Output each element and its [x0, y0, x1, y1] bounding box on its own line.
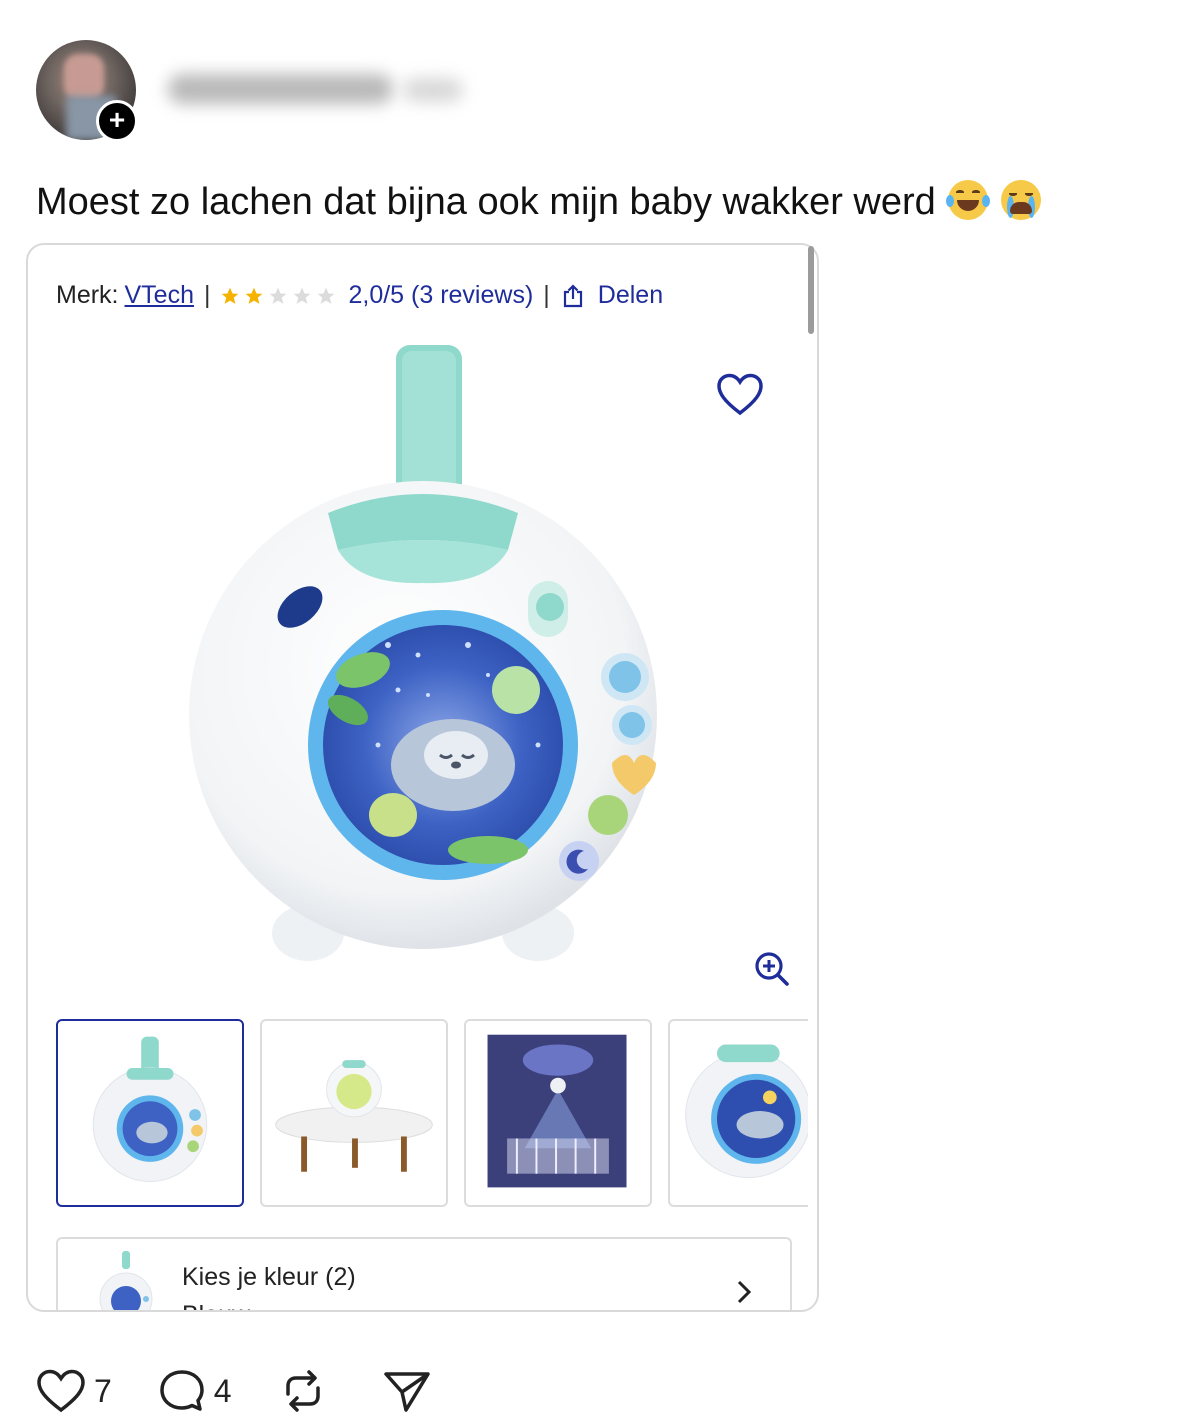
post-text: Moest zo lachen dat bijna ook mijn baby …	[36, 180, 1041, 224]
comment-bubble-icon[interactable]	[158, 1368, 206, 1413]
product-screenshot-card[interactable]: Merk: VTech | 2,0/5 (3 reviews) | Delen	[26, 243, 819, 1312]
scrollbar-thumb[interactable]	[808, 246, 814, 334]
brand-link[interactable]: VTech	[125, 281, 194, 310]
star-empty-icon	[270, 287, 287, 304]
loudly-crying-emoji-icon	[1000, 180, 1041, 220]
rating-stars	[220, 286, 336, 306]
brand-prefix: Merk:	[56, 281, 119, 309]
star-filled-icon	[222, 287, 239, 304]
color-variant-selector[interactable]: Kies je kleur (2) Blauw	[56, 1237, 792, 1310]
variant-label: Kies je kleur (2)	[182, 1263, 356, 1291]
post-body: Moest zo lachen dat bijna ook mijn baby …	[36, 181, 936, 223]
thumbnail-3[interactable]	[464, 1019, 652, 1207]
separator: |	[543, 281, 550, 309]
star-filled-icon	[246, 287, 263, 304]
follow-plus-icon[interactable]: +	[96, 100, 138, 142]
favorite-heart-icon[interactable]	[716, 373, 764, 417]
variant-value: Blauw	[182, 1301, 250, 1310]
repost-action[interactable]	[278, 1368, 336, 1413]
repost-icon[interactable]	[278, 1368, 328, 1413]
post-actions-bar: 7 4	[36, 1364, 486, 1413]
variant-thumbnail	[99, 1251, 153, 1310]
chevron-right-icon[interactable]	[734, 1279, 754, 1305]
separator: |	[203, 281, 211, 309]
like-action[interactable]: 7	[36, 1369, 112, 1413]
like-count: 7	[94, 1372, 112, 1409]
product-meta-row: Merk: VTech | 2,0/5 (3 reviews) | Delen	[56, 281, 663, 310]
thumbnail-2[interactable]	[260, 1019, 448, 1207]
share-action[interactable]	[382, 1368, 440, 1413]
thumbnail-strip	[56, 1019, 808, 1209]
heart-icon[interactable]	[36, 1369, 86, 1413]
share-icon[interactable]	[562, 283, 584, 308]
thumbnail-4[interactable]	[668, 1019, 808, 1207]
thumbnail-1[interactable]	[56, 1019, 244, 1207]
comment-action[interactable]: 4	[158, 1368, 232, 1413]
share-link[interactable]: Delen	[598, 281, 663, 310]
rating-link[interactable]: 2,0/5 (3 reviews)	[348, 281, 533, 310]
star-empty-icon	[294, 287, 311, 304]
comment-count: 4	[213, 1372, 232, 1409]
username-blurred[interactable]	[168, 68, 468, 112]
tears-of-joy-emoji-icon	[946, 180, 991, 220]
send-icon[interactable]	[382, 1368, 432, 1413]
star-empty-icon	[318, 287, 335, 304]
zoom-in-icon[interactable]	[754, 951, 790, 987]
product-image-night-light[interactable]	[188, 345, 658, 975]
